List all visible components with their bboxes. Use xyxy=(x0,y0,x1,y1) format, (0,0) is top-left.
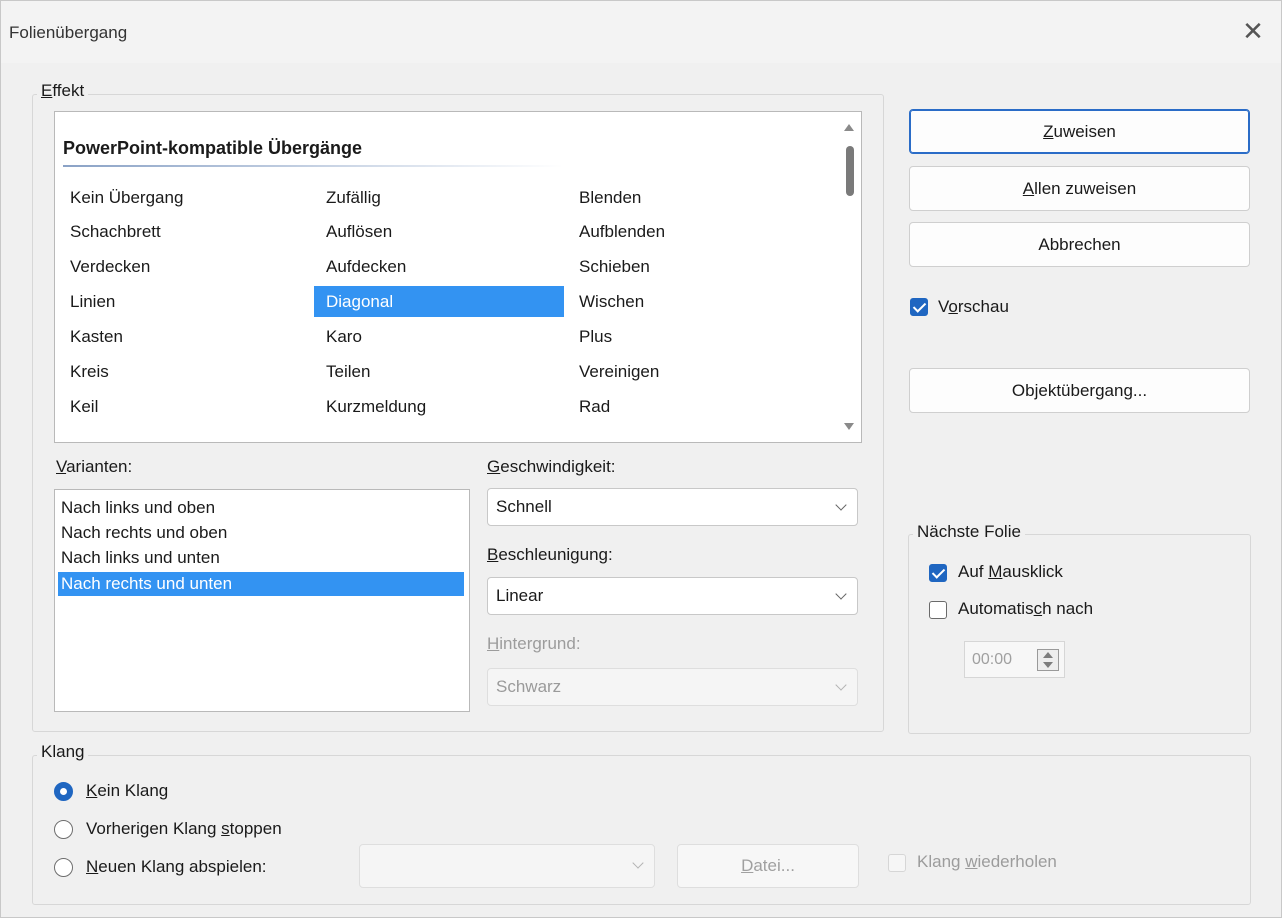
scroll-down-icon[interactable] xyxy=(844,423,854,430)
effect-item[interactable]: Zufällig xyxy=(314,182,564,213)
sound-group-label: Klang xyxy=(37,742,89,762)
effect-item[interactable]: Schieben xyxy=(567,251,817,282)
effect-item[interactable]: Kurzmeldung xyxy=(314,391,564,422)
apply-button[interactable]: Zuweisen xyxy=(909,109,1250,154)
effect-item[interactable]: Linien xyxy=(58,286,308,317)
effect-item-selected[interactable]: Diagonal xyxy=(314,286,564,317)
automatic-checkbox[interactable] xyxy=(929,601,947,619)
variants-label: Varianten: xyxy=(56,457,133,476)
spin-up-icon[interactable] xyxy=(1043,652,1053,658)
variant-item[interactable]: Nach links und oben xyxy=(58,496,464,520)
next-slide-group-label: Nächste Folie xyxy=(913,522,1025,542)
chevron-down-icon xyxy=(835,499,847,511)
variant-item[interactable]: Nach rechts und oben xyxy=(58,521,464,545)
stop-sound-label[interactable]: Vorherigen Klang stoppen xyxy=(86,819,282,839)
repeat-sound-label[interactable]: Klang wiederholen xyxy=(917,852,1057,872)
automatic-label[interactable]: Automatisch nach xyxy=(958,599,1093,619)
effect-item[interactable]: Blenden xyxy=(567,182,817,213)
effect-item[interactable]: Vereinigen xyxy=(567,356,817,387)
heading-divider xyxy=(63,165,563,167)
effect-item[interactable]: Teilen xyxy=(314,356,564,387)
auto-time-spinner[interactable]: 00:00 xyxy=(964,641,1065,678)
chevron-down-icon xyxy=(632,857,644,869)
effect-item[interactable]: Kasten xyxy=(58,321,308,352)
variants-list[interactable]: Nach links und oben Nach rechts und oben… xyxy=(54,489,470,712)
file-button[interactable]: Datei... xyxy=(677,844,859,888)
cancel-button[interactable]: Abbrechen xyxy=(909,222,1250,267)
on-click-label[interactable]: Auf Mausklick xyxy=(958,562,1063,582)
no-sound-radio[interactable] xyxy=(54,782,73,801)
effect-item[interactable]: Aufblenden xyxy=(567,216,817,247)
effect-item[interactable]: Wischen xyxy=(567,286,817,317)
no-sound-label[interactable]: Kein Klang xyxy=(86,781,168,801)
chevron-down-icon xyxy=(835,679,847,691)
play-sound-radio[interactable] xyxy=(54,858,73,877)
window-title: Folienübergang xyxy=(9,23,128,42)
effect-item[interactable]: Kein Übergang xyxy=(58,182,308,213)
variant-item-selected[interactable]: Nach rechts und unten xyxy=(58,572,464,596)
list-heading: PowerPoint-kompatible Übergänge xyxy=(63,138,363,158)
play-sound-label[interactable]: Neuen Klang abspielen: xyxy=(86,857,267,877)
stop-sound-radio[interactable] xyxy=(54,820,73,839)
speed-label: Geschwindigkeit: xyxy=(487,457,616,476)
effect-item[interactable]: Rad xyxy=(567,391,817,422)
spin-down-icon[interactable] xyxy=(1043,662,1053,668)
effect-item[interactable]: Kreis xyxy=(58,356,308,387)
effect-item[interactable]: Auflösen xyxy=(314,216,564,247)
preview-checkbox[interactable] xyxy=(910,298,928,316)
title-bar: Folienübergang ✕ xyxy=(1,1,1281,63)
spinner-arrows-icon[interactable] xyxy=(1037,649,1059,671)
effect-list-scrollbar[interactable] xyxy=(839,112,861,442)
transition-effect-list[interactable]: PowerPoint-kompatible Übergänge Kein Übe… xyxy=(54,111,862,443)
auto-time-value: 00:00 xyxy=(972,651,1013,668)
apply-all-button[interactable]: Allen zuweisen xyxy=(909,166,1250,211)
acceleration-label: Beschleunigung: xyxy=(487,545,613,564)
effect-item[interactable]: Karo xyxy=(314,321,564,352)
effect-item[interactable]: Plus xyxy=(567,321,817,352)
on-click-checkbox[interactable] xyxy=(929,564,947,582)
chevron-down-icon xyxy=(835,588,847,600)
background-value: Schwarz xyxy=(496,677,562,696)
effect-group-label: Effekt xyxy=(37,81,89,101)
speed-value: Schnell xyxy=(496,497,552,516)
sound-dropdown[interactable] xyxy=(359,844,655,888)
background-label: Hintergrund: xyxy=(487,634,581,653)
effect-item[interactable]: Verdecken xyxy=(58,251,308,282)
effect-item[interactable]: Schachbrett xyxy=(58,216,308,247)
effect-item[interactable]: Keil xyxy=(58,391,308,422)
effect-item[interactable]: Aufdecken xyxy=(314,251,564,282)
scroll-thumb[interactable] xyxy=(846,146,854,196)
repeat-sound-checkbox[interactable] xyxy=(888,854,906,872)
background-dropdown[interactable]: Schwarz xyxy=(487,668,858,706)
acceleration-dropdown[interactable]: Linear xyxy=(487,577,858,615)
variant-item[interactable]: Nach links und unten xyxy=(58,546,464,570)
close-icon[interactable]: ✕ xyxy=(1233,13,1273,49)
preview-label[interactable]: Vorschau xyxy=(938,297,1009,317)
slide-transition-dialog: Folienübergang ✕ Effekt PowerPoint-kompa… xyxy=(0,0,1282,918)
scroll-up-icon[interactable] xyxy=(844,124,854,131)
acceleration-value: Linear xyxy=(496,586,544,605)
object-transition-button[interactable]: Objektübergang... xyxy=(909,368,1250,413)
speed-dropdown[interactable]: Schnell xyxy=(487,488,858,526)
